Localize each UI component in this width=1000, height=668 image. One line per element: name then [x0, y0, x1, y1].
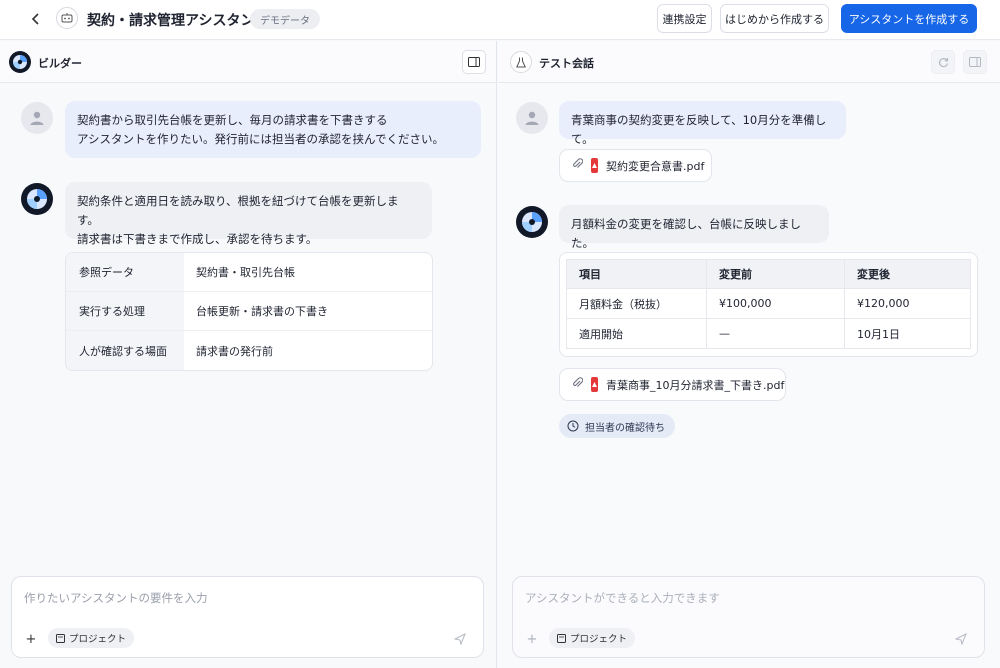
pdf-icon	[591, 377, 598, 392]
assistant-avatar	[21, 183, 53, 215]
change-table: 項目 変更前 変更後 月額料金（税抜） ¥100,000 ¥120,000 適用…	[566, 259, 971, 349]
refresh-icon	[938, 57, 948, 67]
table-cell: 適用開始	[566, 318, 707, 349]
test-input[interactable]: アシスタントができると入力できます	[525, 590, 720, 606]
reset-conversation-button[interactable]	[931, 50, 955, 74]
test-panel-toggle-button[interactable]	[963, 50, 987, 74]
top-bar: 契約・請求管理アシスタント デモデータ 連携設定 はじめから作成する アシスタン…	[0, 0, 1000, 40]
flask-icon	[510, 51, 532, 73]
user-avatar	[516, 102, 548, 134]
pdf-icon	[591, 158, 598, 173]
project-label: プロジェクト	[69, 634, 127, 645]
panel-toggle-icon	[468, 57, 480, 67]
builder-title: ビルダー	[38, 57, 82, 70]
send-icon	[955, 633, 967, 645]
project-label: プロジェクト	[570, 634, 628, 645]
builder-assistant-message: 契約条件と適用日を読み取り、根拠を紐づけて台帳を更新します。 請求書は下書きまで…	[65, 182, 432, 246]
send-button[interactable]	[950, 628, 972, 650]
summary-value: 台帳更新・請求書の下書き	[196, 305, 328, 318]
builder-input[interactable]: 作りたいアシスタントの要件を入力	[24, 590, 208, 606]
page-title: 契約・請求管理アシスタント	[87, 13, 269, 29]
summary-value: 請求書の発行前	[196, 344, 273, 358]
note-icon	[56, 633, 65, 643]
message-line: 契約書から取引先台帳を更新し、毎月の請求書を下書きする	[77, 113, 388, 127]
column-header: 項目	[566, 259, 707, 289]
message-line: 契約条件と適用日を読み取り、根拠を紐づけて台帳を更新します。	[77, 194, 399, 227]
status-badge: 担当者の確認待ち	[559, 414, 675, 438]
paperclip-icon	[572, 377, 584, 392]
table-cell: —	[706, 318, 845, 349]
builder-user-message: 契約書から取引先台帳を更新し、毎月の請求書を下書きする アシスタントを作りたい。…	[65, 101, 481, 158]
plus-icon: +	[526, 631, 538, 647]
column-header: 変更前	[706, 259, 845, 289]
table-cell: ¥100,000	[706, 288, 845, 319]
test-pane: テスト会話 青葉商事の契約変更を反映して、10月分を準備して。 契約変更合意書.…	[498, 41, 1000, 668]
user-avatar	[21, 102, 53, 134]
start-over-button[interactable]: はじめから作成する	[720, 4, 829, 33]
test-title: テスト会話	[539, 57, 594, 70]
summary-key: 参照データ	[66, 253, 184, 291]
draft-invoice-chip[interactable]: 青葉商事_10月分請求書_下書き.pdf	[559, 368, 786, 401]
builder-pane: ビルダー 契約書から取引先台帳を更新し、毎月の請求書を下書きする アシスタントを…	[0, 41, 497, 668]
builder-header: ビルダー	[0, 41, 496, 83]
project-button[interactable]: プロジェクト	[549, 628, 636, 648]
assistant-avatar	[516, 206, 548, 238]
attachment-name: 青葉商事_10月分請求書_下書き.pdf	[606, 378, 785, 392]
assistant-summary-table: 参照データ 契約書・取引先台帳 実行する処理 台帳更新・請求書の下書き 人が確認…	[65, 252, 433, 371]
summary-key: 実行する処理	[66, 292, 184, 330]
summary-value: 契約書・取引先台帳	[196, 266, 295, 279]
test-assistant-message: 月額料金の変更を確認し、台帳に反映しました。	[559, 205, 829, 250]
test-header: テスト会話	[498, 41, 1000, 83]
change-table-card: 項目 変更前 変更後 月額料金（税抜） ¥100,000 ¥120,000 適用…	[559, 252, 978, 357]
table-row: 適用開始 — 10月1日	[566, 318, 971, 349]
paperclip-icon	[572, 158, 584, 173]
builder-logo-icon	[9, 51, 31, 73]
table-row: 月額料金（税抜） ¥100,000 ¥120,000	[566, 288, 971, 319]
message-line: アシスタントを作りたい。発行前には担当者の承認を挟んでください。	[77, 132, 444, 146]
builder-panel-toggle-button[interactable]	[462, 50, 486, 74]
attachment-chip[interactable]: 契約変更合意書.pdf	[559, 149, 712, 182]
column-header: 変更後	[844, 259, 971, 289]
user-icon	[525, 111, 539, 125]
summary-row: 参照データ 契約書・取引先台帳	[66, 253, 432, 292]
clock-icon	[567, 420, 579, 432]
summary-row: 人が確認する場面 請求書の発行前	[66, 331, 432, 370]
send-button[interactable]	[449, 628, 471, 650]
message-line: 請求書は下書きまで作成し、承認を待ちます。	[77, 232, 318, 246]
table-cell: ¥120,000	[844, 288, 971, 319]
plus-icon: +	[25, 631, 37, 647]
create-assistant-button[interactable]: アシスタントを作成する	[841, 4, 977, 33]
test-user-message: 青葉商事の契約変更を反映して、10月分を準備して。	[559, 101, 846, 146]
attachment-name: 契約変更合意書.pdf	[606, 159, 705, 173]
table-cell: 10月1日	[844, 318, 971, 349]
add-attachment-button[interactable]: +	[22, 630, 40, 648]
send-icon	[454, 633, 466, 645]
test-composer: アシスタントができると入力できます + プロジェクト	[512, 576, 985, 658]
table-cell: 月額料金（税抜）	[566, 288, 707, 319]
back-button[interactable]	[26, 9, 46, 29]
add-attachment-button[interactable]: +	[523, 630, 541, 648]
chevron-left-icon	[31, 13, 39, 25]
builder-composer: 作りたいアシスタントの要件を入力 + プロジェクト	[11, 576, 484, 658]
status-text: 担当者の確認待ち	[585, 422, 665, 434]
panel-toggle-icon	[969, 57, 981, 67]
summary-row: 実行する処理 台帳更新・請求書の下書き	[66, 292, 432, 331]
robot-icon	[56, 7, 78, 29]
demo-data-badge: デモデータ	[250, 9, 320, 29]
note-icon	[557, 633, 566, 643]
table-header-row: 項目 変更前 変更後	[566, 259, 971, 289]
user-icon	[30, 111, 44, 125]
integrations-button[interactable]: 連携設定	[657, 4, 712, 33]
summary-key: 人が確認する場面	[66, 331, 184, 370]
project-button[interactable]: プロジェクト	[48, 628, 135, 648]
